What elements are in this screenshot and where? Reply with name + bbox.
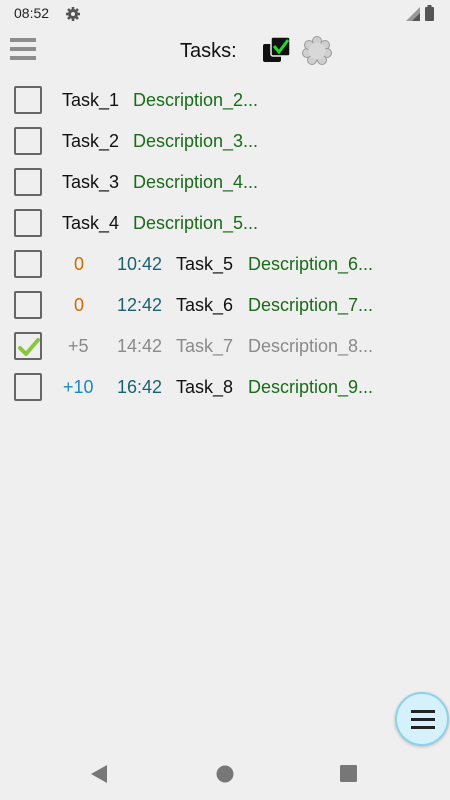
task-name: Task_2 (62, 131, 120, 151)
page-title: Tasks: (180, 40, 237, 62)
task-name: Task_4 (62, 213, 120, 233)
task-description: Description_2... (133, 90, 259, 110)
task-name: Task_7 (176, 336, 234, 356)
signal-icon (406, 7, 420, 21)
hamburger-icon (411, 710, 435, 713)
task-description: Description_6... (248, 254, 374, 274)
battery-icon (425, 5, 434, 21)
task-checkbox[interactable] (14, 127, 42, 155)
task-time: 16:42 (117, 377, 163, 397)
task-time: 10:42 (117, 254, 163, 274)
task-checkbox[interactable] (14, 86, 42, 114)
list-item[interactable]: Task_2 Description_3... (0, 123, 450, 164)
task-name: Task_8 (176, 377, 234, 397)
task-name: Task_5 (176, 254, 234, 274)
list-item[interactable]: +10 16:42 Task_8 Description_9... (0, 369, 450, 410)
nav-bar (0, 752, 450, 800)
task-name: Task_6 (176, 295, 234, 315)
list-item[interactable]: 0 10:42 Task_5 Description_6... (0, 246, 450, 287)
task-description: Description_3... (133, 131, 259, 151)
task-checkbox[interactable] (14, 168, 42, 196)
task-name: Task_3 (62, 172, 120, 192)
task-description: Description_4... (133, 172, 259, 192)
task-description: Description_9... (248, 377, 374, 397)
status-time: 08:52 (14, 5, 50, 21)
list-item[interactable]: Task_4 Description_5... (0, 205, 450, 246)
task-checkbox[interactable] (14, 291, 42, 319)
task-description: Description_8... (248, 336, 374, 356)
back-icon[interactable] (90, 764, 108, 784)
status-bar: 08:52 (0, 0, 450, 28)
task-checkbox[interactable] (14, 332, 42, 360)
check-icon (18, 338, 40, 356)
task-checkbox[interactable] (14, 250, 42, 278)
task-offset: 0 (74, 295, 85, 315)
task-description: Description_5... (133, 213, 259, 233)
settings-flower-icon[interactable] (302, 36, 332, 66)
list-item[interactable]: 0 12:42 Task_6 Description_7... (0, 287, 450, 328)
task-offset: 0 (74, 254, 85, 274)
task-time: 14:42 (117, 336, 163, 356)
list-item[interactable]: +5 14:42 Task_7 Description_8... (0, 328, 450, 369)
tasks-checkbox-icon[interactable] (262, 36, 292, 66)
task-time: 12:42 (117, 295, 163, 315)
task-name: Task_1 (62, 90, 120, 110)
recents-icon[interactable] (340, 765, 357, 782)
task-checkbox[interactable] (14, 209, 42, 237)
menu-icon[interactable] (10, 38, 36, 62)
task-offset: +10 (63, 377, 94, 397)
task-offset: +5 (68, 336, 89, 356)
home-icon[interactable] (216, 765, 234, 783)
task-description: Description_7... (248, 295, 374, 315)
app-bar: Tasks: (0, 30, 450, 74)
list-item[interactable]: Task_1 Description_2... (0, 82, 450, 123)
task-checkbox[interactable] (14, 373, 42, 401)
task-list: Task_1 Description_2... Task_2 Descripti… (0, 82, 450, 410)
gear-icon (66, 7, 80, 21)
fab-menu-button[interactable] (395, 692, 449, 746)
list-item[interactable]: Task_3 Description_4... (0, 164, 450, 205)
